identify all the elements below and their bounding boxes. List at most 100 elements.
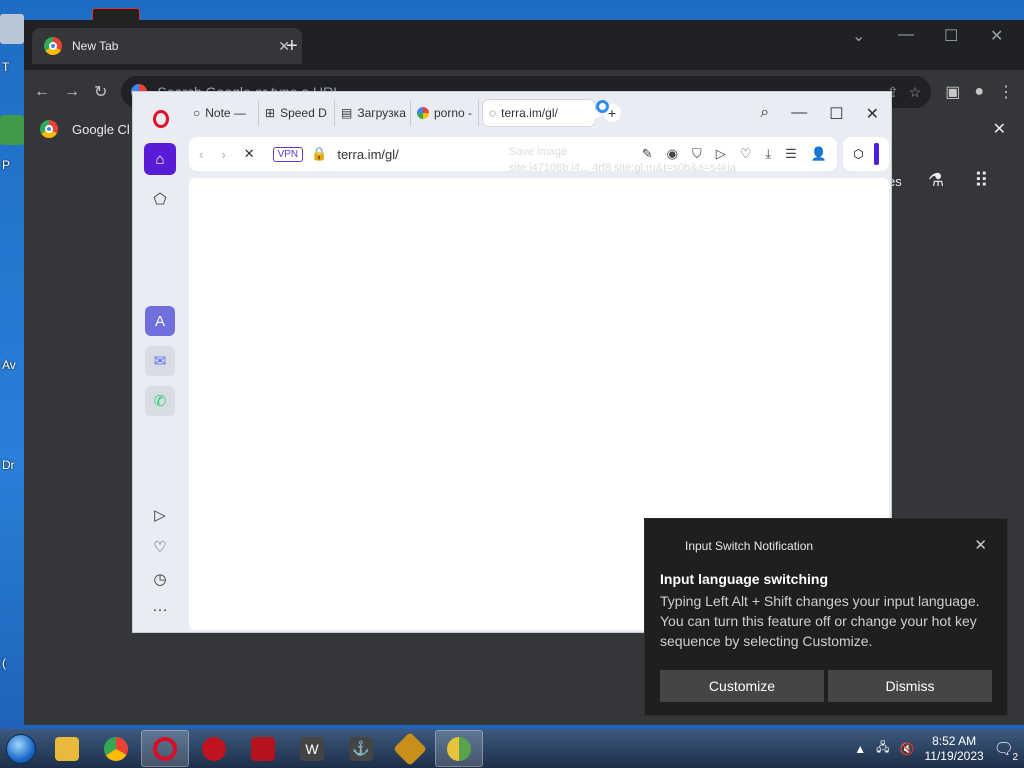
pinboard-icon[interactable]: ⬠: [146, 185, 174, 213]
tab-label: Speed D: [280, 106, 327, 120]
desktop-icon-label: Dr: [2, 458, 15, 472]
side-panel-icon[interactable]: ▣: [945, 82, 960, 102]
clock[interactable]: 8:52 AM 11/19/2023: [925, 734, 984, 764]
chrome-tab-new-tab[interactable]: New Tab ✕: [32, 28, 302, 64]
chrome-icon: [44, 37, 62, 55]
more-icon[interactable]: ···: [146, 595, 174, 623]
infobar-text: Google Cl: [72, 121, 130, 137]
apps-grid-icon[interactable]: ⠿: [974, 168, 989, 193]
history-icon[interactable]: ◷: [146, 565, 174, 593]
aria-icon[interactable]: A: [145, 306, 175, 336]
minimize-button[interactable]: —: [898, 26, 914, 44]
opera-window-controls: ⌕ — ☐ ✕: [760, 104, 879, 124]
opera-icon: [153, 736, 177, 761]
desktop-icon[interactable]: [0, 115, 24, 145]
maximize-button[interactable]: ☐: [829, 104, 843, 124]
forward-icon[interactable]: →: [64, 83, 80, 101]
player-icon[interactable]: ▷: [146, 501, 174, 529]
notification-app-name: Input Switch Notification: [685, 539, 814, 553]
chrome-tabbar: New Tab ✕ + ⌄ — ☐ ✕: [24, 20, 1024, 70]
easy-setup-icon[interactable]: ☰: [785, 146, 797, 162]
opera-tab[interactable]: ⊞ Speed D: [259, 100, 335, 126]
customize-button[interactable]: Customize: [660, 670, 824, 702]
network-icon[interactable]: 🖧: [876, 738, 889, 759]
vpn-badge[interactable]: VPN: [272, 146, 304, 162]
minimize-button[interactable]: —: [791, 104, 807, 124]
tab-title: New Tab: [72, 39, 119, 53]
sidebar-indicator: [873, 143, 879, 165]
search-icon[interactable]: ⌕: [760, 104, 769, 124]
desktop-icon-label: Av: [2, 358, 16, 372]
tray-expand-icon[interactable]: ▲: [854, 742, 866, 756]
taskbar-app[interactable]: [190, 730, 238, 767]
toast-notification: Input Switch Notification ✕ Input langua…: [644, 518, 1008, 716]
desktop-icon-label: T: [2, 60, 10, 74]
desktop-icon-label: (: [2, 656, 6, 670]
reload-icon[interactable]: ↻: [94, 82, 107, 102]
opera-sidebar: ⌂ ⬠ A ✉ ✆ ▷ ♡ ◷ ···: [133, 92, 187, 632]
chrome-icon: [40, 120, 58, 138]
taskbar-app[interactable]: [239, 730, 287, 767]
folder-icon: [55, 736, 79, 761]
menu-icon[interactable]: ⋮: [998, 82, 1014, 102]
forward-icon[interactable]: ›: [221, 147, 225, 162]
taskbar-file-explorer[interactable]: [43, 730, 91, 767]
download-icon[interactable]: ⤓: [765, 146, 771, 162]
opera-tab[interactable]: porno -: [411, 100, 479, 126]
desktop-icon[interactable]: [0, 14, 24, 44]
heart-icon[interactable]: ♡: [146, 533, 174, 561]
close-window-button[interactable]: ✕: [990, 26, 1003, 46]
new-tab-button[interactable]: +: [286, 35, 298, 58]
opera-tab[interactable]: ▤ Загрузка: [335, 100, 411, 126]
grid-icon: ⊞: [265, 106, 276, 120]
opera-tab[interactable]: ○ Note —: [187, 100, 259, 126]
loading-icon: ◌: [489, 106, 497, 120]
extensions-cube-icon[interactable]: ⬡: [853, 147, 863, 161]
download-page-icon: ▤: [341, 106, 353, 120]
tab-label: Загрузка: [357, 106, 406, 120]
close-infobar-icon[interactable]: ✕: [993, 119, 1006, 139]
profile-icon[interactable]: 👤: [811, 146, 827, 162]
lock-icon[interactable]: 🔒: [311, 146, 327, 162]
taskbar-chrome-alt[interactable]: [435, 730, 483, 767]
action-center-icon[interactable]: 🗨 2: [994, 739, 1018, 763]
taskbar-app[interactable]: ⚓: [337, 730, 385, 767]
maximize-button[interactable]: ☐: [944, 26, 958, 46]
messenger-icon[interactable]: ✉: [145, 346, 175, 376]
back-icon[interactable]: ←: [34, 83, 50, 101]
close-window-button[interactable]: ✕: [866, 104, 879, 124]
app-gold-icon: [393, 731, 427, 766]
tab-label: porno -: [433, 106, 472, 120]
system-tray: ▲ 🖧 🔇 8:52 AM 11/19/2023 🗨 2: [854, 729, 1024, 768]
world-of-warships-icon: ⚓: [349, 736, 373, 761]
taskbar-chrome[interactable]: [92, 730, 140, 767]
tab-search-icon[interactable]: ⌄: [852, 26, 865, 46]
taskbar-opera[interactable]: [141, 730, 189, 767]
time: 8:52 AM: [932, 733, 977, 748]
whatsapp-icon[interactable]: ✆: [145, 386, 175, 416]
opera-extensions: ⬡: [843, 137, 889, 171]
opera-tab-active[interactable]: ◌ terra.im/gl/: [483, 100, 595, 126]
back-icon[interactable]: ‹: [199, 147, 203, 162]
home-icon[interactable]: ⌂: [144, 143, 176, 175]
circle-icon: ○: [193, 106, 201, 120]
start-button[interactable]: [0, 729, 42, 768]
opera-logo-icon[interactable]: [153, 110, 169, 128]
taskbar-app[interactable]: W: [288, 730, 336, 767]
notification-body: Typing Left Alt + Shift changes your inp…: [660, 593, 980, 649]
address-input[interactable]: terra.im/gl/: [337, 147, 398, 162]
dismiss-button[interactable]: Dismiss: [828, 670, 992, 702]
chrome-icon: [104, 736, 128, 761]
taskbar-app[interactable]: [386, 730, 434, 767]
stop-loading-icon[interactable]: ✕: [244, 146, 255, 162]
taskbar: W ⚓ ▲ 🖧 🔇 8:52 AM 11/19/2023 🗨 2: [0, 729, 1024, 768]
profile-icon[interactable]: ●: [974, 83, 984, 101]
google-icon: [417, 107, 429, 119]
volume-muted-icon[interactable]: 🔇: [900, 742, 915, 756]
tab-label: Note —: [205, 106, 246, 120]
close-notification-icon[interactable]: ✕: [974, 536, 987, 554]
bookmark-star-icon[interactable]: ☆: [909, 84, 922, 101]
heart-icon[interactable]: ♡: [740, 146, 752, 162]
date: 11/19/2023: [924, 748, 984, 763]
labs-flask-icon[interactable]: ⚗: [928, 170, 944, 191]
